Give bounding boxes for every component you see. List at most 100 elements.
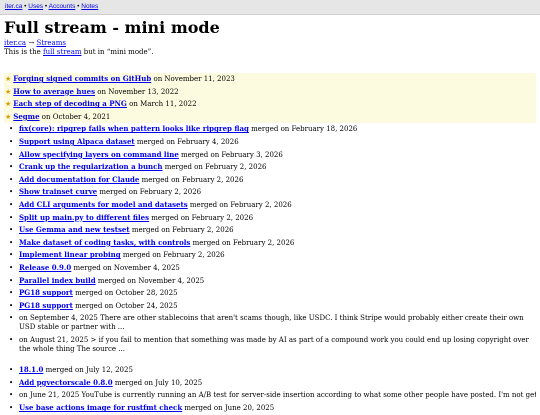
list-item: • PG18 support merged on October 24, 2025 <box>4 300 536 313</box>
item-meta: merged on February 2, 2026 <box>131 226 234 235</box>
item-link[interactable]: Crank up the regularization a bunch <box>19 162 162 171</box>
item-meta: merged on February 2, 2026 <box>192 238 295 247</box>
list-item: • 18.1.0 merged on July 12, 2025 <box>4 364 536 377</box>
featured-link[interactable]: Each step of decoding a PNG <box>13 99 127 108</box>
item-link[interactable]: Split up main.py to different files <box>19 213 149 222</box>
intro-text: This is the full stream but in “mini mod… <box>4 48 536 57</box>
item-meta: merged on October 24, 2025 <box>75 301 178 310</box>
item-link[interactable]: Support using Alpaca dataset <box>19 137 135 146</box>
nav-link-uses[interactable]: Uses <box>28 3 43 10</box>
item-meta: merged on February 2, 2026 <box>151 213 254 222</box>
star-icon: ★ <box>5 112 12 121</box>
breadcrumb-home[interactable]: iter.ca <box>4 39 26 47</box>
nav-separator: • <box>24 3 27 10</box>
star-icon: ★ <box>5 75 12 83</box>
featured-date: on March 11, 2022 <box>129 100 197 109</box>
list-item: • Parallel index build merged on November… <box>4 275 536 288</box>
list-item: • Crank up the regularization a bunch mer… <box>4 161 536 174</box>
item-link[interactable]: Make dataset of coding tasks, with contr… <box>19 238 190 247</box>
intro-post: but in “mini mode”. <box>83 48 154 56</box>
list-item: • Support using Alpaca dataset merged on … <box>4 136 536 149</box>
featured-item: ★ Each step of decoding a PNG on March 11… <box>4 98 536 111</box>
star-icon: ★ <box>5 100 12 109</box>
item-link[interactable]: PG18 support <box>19 288 73 297</box>
bullet-icon: • <box>9 213 14 222</box>
nav-link-accounts[interactable]: Accounts <box>49 3 76 10</box>
bullet-icon: • <box>9 125 14 134</box>
breadcrumb-arrow: → <box>28 39 35 47</box>
breadcrumb-streams[interactable]: Streams <box>36 39 66 47</box>
bullet-icon: • <box>9 391 14 400</box>
item-link[interactable]: Use Gemma and new testset <box>19 225 130 234</box>
featured-link[interactable]: How to average hues <box>13 87 95 96</box>
item-meta: merged on February 18, 2026 <box>251 125 358 134</box>
list-item: • Split up main.py to different files mer… <box>4 212 536 225</box>
item-link[interactable]: Use base actions image for rustfmt check <box>19 403 182 412</box>
featured-item: ★ Segme on October 4, 2021 <box>4 110 536 124</box>
item-meta: merged on February 2, 2026 <box>141 175 244 184</box>
bullet-icon: • <box>9 251 14 260</box>
featured-list: ★ Forging signed commits on GitHub on Nov… <box>4 73 536 124</box>
item-meta: merged on February 2, 2026 <box>164 163 267 172</box>
list-item: • Add documentation for Claude merged on … <box>4 174 536 187</box>
item-link[interactable]: PG18 support <box>19 301 73 310</box>
note-item: • on June 21, 2025 YouTube is currently r… <box>4 389 536 402</box>
bullet-icon: • <box>9 301 14 310</box>
item-link[interactable]: fix(core): ripgrep fails when pattern lo… <box>19 124 249 133</box>
bullet-icon: • <box>9 378 14 387</box>
note-text: on August 21, 2025 > if you fail to ment… <box>19 336 529 354</box>
page-title: Full stream - mini mode <box>4 18 220 37</box>
item-link[interactable]: Parallel index build <box>19 276 96 285</box>
bullet-icon: • <box>9 336 14 345</box>
nav-separator: • <box>44 3 48 10</box>
item-link[interactable]: Show trainset curve <box>19 187 97 196</box>
item-link[interactable]: Add pgvectorscale 0.8.0 <box>19 378 113 387</box>
list-item: • Add CLI arguments for model and dataset… <box>4 199 536 212</box>
list-item: • Allow specifying layers on command line… <box>4 149 536 162</box>
bullet-icon: • <box>9 366 14 375</box>
list-gap <box>4 356 536 364</box>
item-link[interactable]: Add documentation for Claude <box>19 175 139 184</box>
breadcrumb: iter.ca → Streams <box>4 39 536 48</box>
item-link[interactable]: Add CLI arguments for model and datasets <box>19 200 188 209</box>
bullet-icon: • <box>9 163 14 172</box>
stream-list-continued: • 18.1.0 merged on July 12, 2025 • Add pgv… <box>4 364 536 414</box>
featured-link[interactable]: Forging signed commits on GitHub <box>13 74 151 83</box>
item-link[interactable]: Release 0.9.0 <box>19 263 71 272</box>
list-item: • Use Gemma and new testset merged on Feb… <box>4 224 536 237</box>
featured-date: on October 4, 2021 <box>41 112 111 121</box>
item-link[interactable]: Implement linear probing <box>19 250 121 259</box>
bullet-icon: • <box>9 263 14 272</box>
list-item: • Use base actions image for rustfmt chec… <box>4 402 536 415</box>
item-link[interactable]: 18.1.0 <box>19 365 43 374</box>
featured-date: on November 13, 2022 <box>97 87 179 96</box>
note-text: on June 21, 2025 YouTube is currently ru… <box>19 391 536 400</box>
item-meta: merged on February 2, 2026 <box>122 251 225 260</box>
list-item: • Add pgvectorscale 0.8.0 merged on July … <box>4 377 536 390</box>
item-link[interactable]: Allow specifying layers on command line <box>19 150 179 159</box>
bullet-icon: • <box>9 404 14 413</box>
item-meta: merged on February 3, 2026 <box>181 150 283 159</box>
featured-link[interactable]: Segme <box>13 112 39 121</box>
stream-list: • fix(core): ripgrep fails when pattern l… <box>4 123 536 356</box>
intro-pre: This is the <box>4 48 41 56</box>
item-meta: merged on July 10, 2025 <box>114 378 203 387</box>
bullet-icon: • <box>9 289 14 298</box>
note-item: • on September 4, 2025 There are other st… <box>4 312 536 334</box>
nav-separator: • <box>77 3 80 10</box>
nav-link-notes[interactable]: Notes <box>81 3 98 10</box>
item-meta: merged on February 4, 2026 <box>136 137 239 146</box>
item-meta: merged on November 4, 2025 <box>97 276 205 285</box>
list-item: • Make dataset of coding tasks, with cont… <box>4 237 536 250</box>
list-item: • Show trainset curve merged on February … <box>4 186 536 199</box>
bullet-icon: • <box>9 226 14 235</box>
nav-link-home[interactable]: iter.ca <box>5 3 22 10</box>
bullet-icon: • <box>9 175 14 184</box>
full-stream-link[interactable]: full stream <box>43 48 82 56</box>
featured-date: on November 11, 2023 <box>153 75 235 83</box>
star-icon: ★ <box>5 87 12 96</box>
page-content: Full stream - mini mode iter.ca → Stream… <box>0 18 540 415</box>
list-item: • PG18 support merged on October 28, 2025 <box>4 287 536 300</box>
list-item: • fix(core): ripgrep fails when pattern l… <box>4 123 536 136</box>
bullet-icon: • <box>9 238 14 247</box>
